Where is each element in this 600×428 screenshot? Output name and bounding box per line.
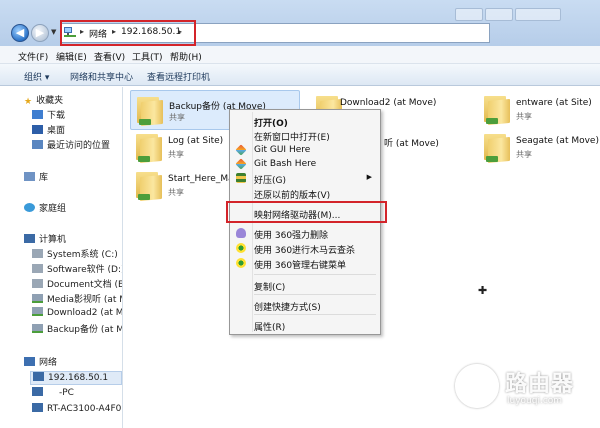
network-drive-icon bbox=[32, 294, 43, 303]
computer-icon bbox=[32, 403, 43, 412]
nav-computer[interactable]: 计算机 bbox=[24, 232, 66, 246]
ctx-properties[interactable]: 属性(R) bbox=[232, 318, 378, 333]
ctx-git-bash[interactable]: Git Bash Here bbox=[232, 157, 378, 171]
computer-icon bbox=[33, 372, 44, 381]
ctx-restore-versions[interactable]: 还原以前的版本(V) bbox=[232, 186, 378, 201]
shared-folder-icon bbox=[136, 132, 162, 164]
nav-downloads[interactable]: 下载 bbox=[32, 108, 65, 122]
network-sharing-center-button[interactable]: 网络和共享中心 bbox=[70, 70, 133, 83]
drive-icon bbox=[32, 264, 43, 273]
git-bash-icon bbox=[235, 158, 247, 170]
map-drive-highlight-box bbox=[226, 201, 387, 223]
shield-icon bbox=[236, 228, 246, 238]
command-bar: 组织 ▾ 网络和共享中心 查看远程打印机 bbox=[0, 64, 600, 86]
drive-icon bbox=[32, 249, 43, 258]
archive-icon bbox=[236, 173, 246, 183]
menu-view[interactable]: 查看(V) bbox=[94, 50, 125, 63]
network-drive-icon bbox=[32, 324, 43, 333]
menu-edit[interactable]: 编辑(E) bbox=[56, 50, 87, 63]
back-arrow-icon[interactable]: ◀ bbox=[11, 24, 29, 42]
organize-button[interactable]: 组织 ▾ bbox=[24, 70, 49, 83]
shared-folder-icon bbox=[137, 95, 163, 127]
nav-host-router[interactable]: RT-AC3100-A4F0 bbox=[32, 403, 121, 417]
router-logo-icon bbox=[455, 364, 499, 408]
menu-file[interactable]: 文件(F) bbox=[18, 50, 48, 63]
nav-desktop[interactable]: 桌面 bbox=[32, 123, 65, 137]
ctx-360-manage-menu[interactable]: 使用 360管理右键菜单 bbox=[232, 256, 378, 271]
download-folder-icon bbox=[32, 110, 43, 119]
network-drive-icon bbox=[32, 307, 43, 316]
share-item-start-here[interactable]: Start_Here_Mac 共享 bbox=[130, 166, 239, 206]
menu-bar: 文件(F) 编辑(E) 查看(V) 工具(T) 帮助(H) bbox=[0, 46, 600, 64]
nav-recent-places[interactable]: 最近访问的位置 bbox=[32, 138, 110, 152]
360-scan-icon bbox=[236, 243, 246, 253]
nav-drive-d[interactable]: Software软件 (D:) bbox=[32, 262, 122, 276]
ctx-open-new-window[interactable]: 在新窗口中打开(E) bbox=[232, 128, 378, 143]
minimize-button[interactable] bbox=[455, 8, 483, 21]
menu-tools[interactable]: 工具(T) bbox=[132, 50, 163, 63]
nav-libraries[interactable]: 库 bbox=[24, 170, 48, 184]
forward-arrow-icon[interactable]: ▶ bbox=[31, 24, 49, 42]
watermark: 路由器 luyouqi.com bbox=[455, 362, 585, 418]
ctx-360-force-delete[interactable]: 使用 360强力删除 bbox=[232, 226, 378, 241]
nav-drive-c[interactable]: System系统 (C:) bbox=[32, 247, 118, 261]
ctx-360-trojan-scan[interactable]: 使用 360进行木马云查杀 bbox=[232, 241, 378, 256]
nav-favorites[interactable]: ★ 收藏夹 bbox=[24, 93, 63, 107]
nav-network[interactable]: 网络 bbox=[24, 355, 57, 369]
nav-homegroup[interactable]: 家庭组 bbox=[24, 201, 66, 215]
star-icon: ★ bbox=[24, 97, 33, 107]
view-remote-printers-button[interactable]: 查看远程打印机 bbox=[147, 70, 210, 83]
ctx-haozip[interactable]: 好压(G) ▶ bbox=[232, 171, 378, 186]
drive-icon bbox=[32, 279, 43, 288]
nav-share-media[interactable]: Media影视听 (at M bbox=[32, 292, 122, 306]
nav-share-backup[interactable]: Backup备份 (at Mc bbox=[32, 322, 122, 336]
history-dropdown-icon[interactable]: ▼ bbox=[51, 28, 56, 36]
maximize-button[interactable] bbox=[485, 8, 513, 21]
navigation-pane: ★ 收藏夹 下载 桌面 最近访问的位置 库 家庭组 计算机 System系统 (C… bbox=[0, 87, 123, 428]
360-manage-icon bbox=[236, 258, 246, 268]
nav-host-pc[interactable]: -PC bbox=[32, 387, 74, 401]
git-gui-icon bbox=[235, 144, 247, 156]
ctx-copy[interactable]: 复制(C) bbox=[232, 278, 378, 293]
nav-share-download2[interactable]: Download2 (at Mc bbox=[32, 307, 122, 321]
crosshair-cursor-icon: ✚ bbox=[478, 284, 488, 297]
desktop-icon bbox=[32, 125, 43, 134]
library-icon bbox=[24, 172, 35, 181]
computer-icon bbox=[32, 387, 43, 396]
ctx-create-shortcut[interactable]: 创建快捷方式(S) bbox=[232, 298, 378, 313]
submenu-arrow-icon: ▶ bbox=[366, 173, 372, 181]
ctx-git-gui[interactable]: Git GUI Here bbox=[232, 143, 378, 157]
menu-help[interactable]: 帮助(H) bbox=[170, 50, 202, 63]
network-icon bbox=[24, 357, 35, 366]
computer-icon bbox=[24, 234, 35, 243]
recent-places-icon bbox=[32, 140, 43, 149]
ctx-open[interactable]: 打开(O) bbox=[232, 114, 378, 129]
share-item-seagate[interactable]: Seagate (at Move) 共享 bbox=[478, 128, 599, 168]
share-item-entware[interactable]: entware (at Site) 共享 bbox=[478, 90, 598, 130]
nav-host-192-168-50-1[interactable]: 192.168.50.1 bbox=[30, 371, 122, 385]
shared-folder-icon bbox=[484, 94, 510, 126]
nav-drive-e[interactable]: Document文档 (E:) bbox=[32, 277, 122, 291]
shared-folder-icon bbox=[136, 170, 162, 202]
close-button[interactable] bbox=[515, 8, 561, 21]
address-highlight-box bbox=[60, 20, 196, 46]
shared-folder-icon bbox=[484, 132, 510, 164]
homegroup-icon bbox=[24, 203, 35, 212]
